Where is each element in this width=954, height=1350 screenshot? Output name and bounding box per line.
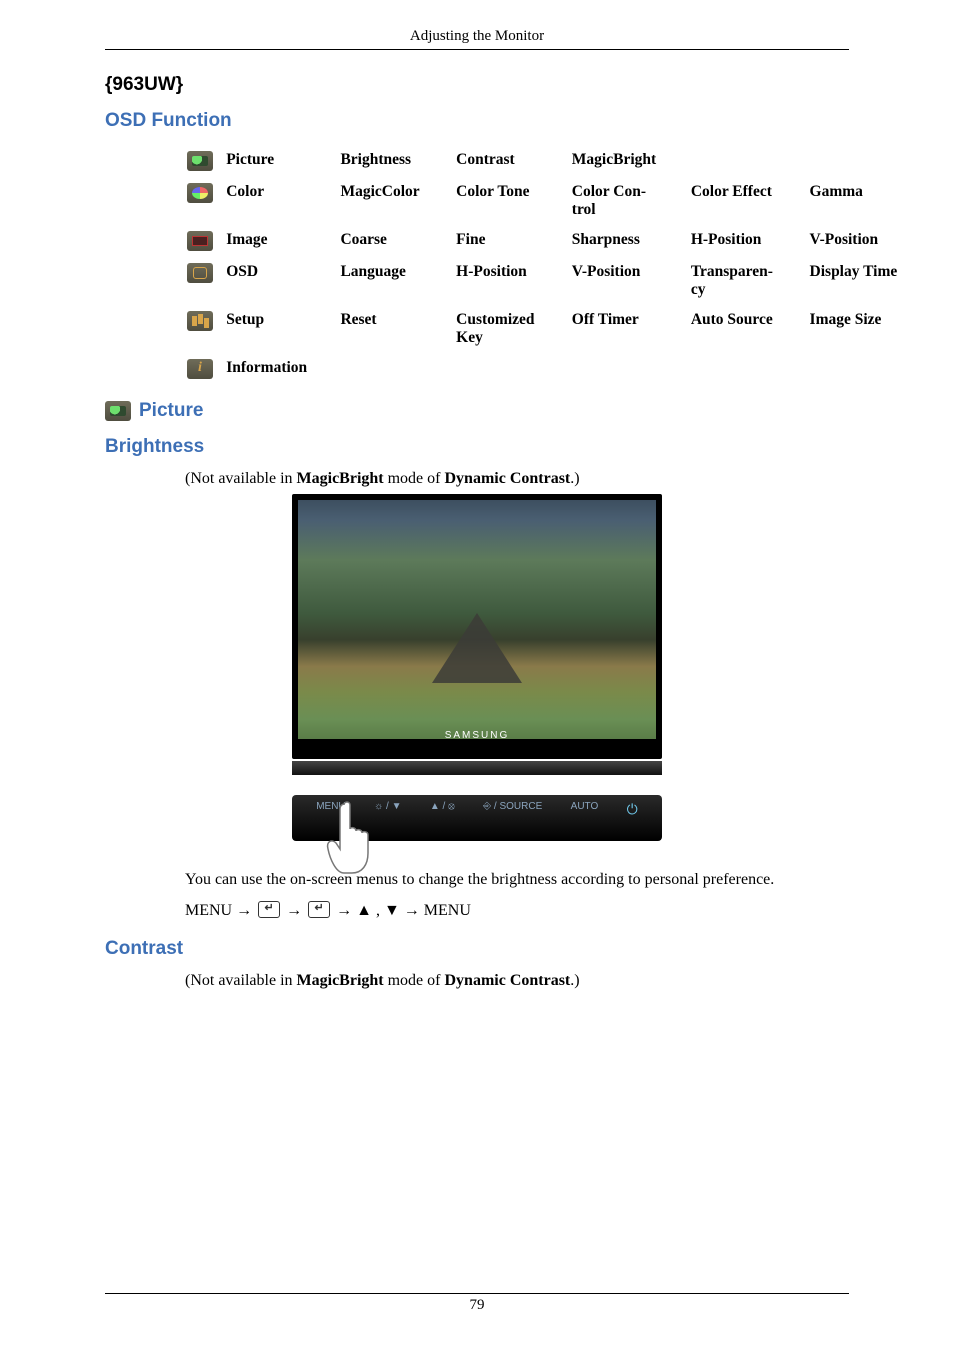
power-icon: ⏻: [627, 801, 638, 818]
monitor-button-strip: MENU ☼ / ▼ ▲ / ⦻ ⎆ / SOURCE AUTO ⏻: [292, 795, 662, 841]
volume-button-label: ▲ / ⦻: [430, 801, 455, 812]
source-button-label: ⎆ / SOURCE: [483, 801, 542, 812]
osd-function-table: Picture Brightness Contrast MagicBright …: [185, 144, 929, 386]
osd-function-heading: OSD Function: [105, 110, 849, 132]
monitor-preview-image: [292, 494, 662, 759]
menu-navigation-path: MENU → → → ▲ , ▼ → MENU: [185, 901, 849, 920]
color-icon: [187, 183, 213, 203]
contrast-note: (Not available in MagicBright mode of Dy…: [185, 972, 849, 990]
contrast-heading: Contrast: [105, 938, 849, 960]
image-icon: [187, 231, 213, 251]
table-row: Image Coarse Fine Sharpness H-Position V…: [187, 226, 927, 256]
table-row: Color MagicColor Color Tone Color Con- t…: [187, 178, 927, 224]
monitor-bezel: [292, 761, 662, 775]
brightness-note: (Not available in MagicBright mode of Dy…: [185, 470, 849, 488]
table-row: Picture Brightness Contrast MagicBright: [187, 146, 927, 176]
row-label: Image: [226, 226, 338, 256]
page-footer: 79: [105, 1293, 849, 1314]
row-label: Information: [226, 354, 338, 384]
picture-section-heading: Picture: [105, 400, 849, 422]
running-head: Adjusting the Monitor: [105, 28, 849, 50]
row-label: OSD: [226, 258, 338, 304]
page-number: 79: [470, 1297, 485, 1313]
model-heading: {963UW}: [105, 74, 849, 96]
table-row: OSD Language H-Position V-Position Trans…: [187, 258, 927, 304]
osd-icon: [187, 263, 213, 283]
brightness-description: You can use the on-screen menus to chang…: [185, 871, 849, 889]
table-row: Information: [187, 354, 927, 384]
enter-key-icon: [258, 901, 280, 918]
auto-button-label: AUTO: [571, 801, 599, 812]
row-label: Color: [226, 178, 338, 224]
info-icon: [187, 359, 213, 379]
row-label: Picture: [226, 146, 338, 176]
table-row: Setup Reset Customized Key Off Timer Aut…: [187, 306, 927, 352]
hand-pointer-icon: [322, 799, 386, 879]
page: Adjusting the Monitor {963UW} OSD Functi…: [0, 0, 954, 1350]
row-label: Setup: [226, 306, 338, 352]
enter-key-icon: [308, 901, 330, 918]
setup-icon: [187, 311, 213, 331]
brightness-heading: Brightness: [105, 436, 849, 458]
picture-icon: [105, 401, 131, 421]
picture-icon: [187, 151, 213, 171]
